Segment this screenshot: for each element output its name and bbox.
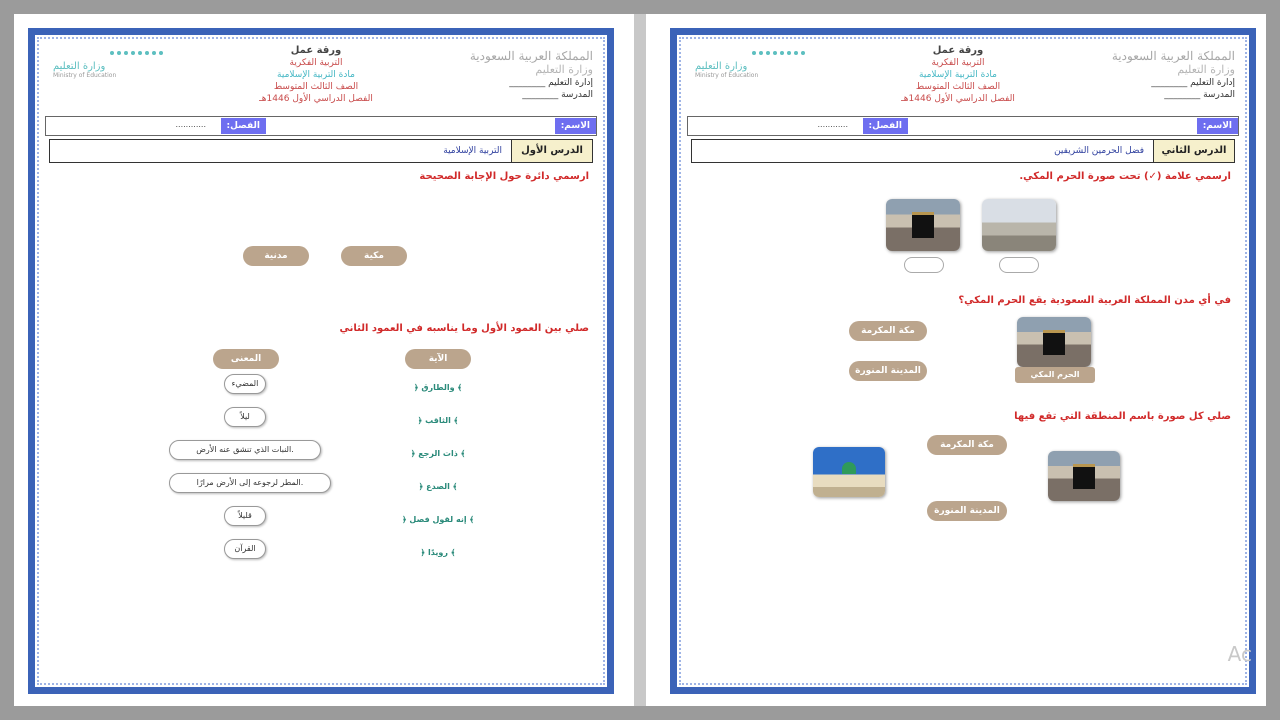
ministry-title: وزارة التعليم [1177, 63, 1235, 76]
name-label: الاسم: [554, 118, 596, 134]
lesson-label: الدرس الأول [511, 140, 592, 162]
kaaba-photo [1048, 451, 1120, 501]
semester-title: الفصل الدراسي الأول 1446هـ [901, 94, 1015, 104]
option-madinah[interactable]: المدينة المنورة [849, 361, 927, 381]
moe-logo-en: Ministry of Education [53, 72, 117, 79]
meaning-item[interactable]: قليلاً [224, 506, 266, 526]
moe-logo-text: وزارة التعليم [53, 61, 106, 72]
grade-title: الصف الثالث المتوسط [273, 82, 359, 92]
class-dots: ............ [817, 120, 848, 129]
moe-logo: وزارة التعليم Ministry of Education [53, 51, 163, 79]
kingdom-title: المملكة العربية السعودية [1111, 49, 1235, 63]
name-row: الاسم: الفصل: ............ [45, 116, 597, 136]
class-dots: ............ [175, 120, 206, 129]
moe-logo-en: Ministry of Education [695, 72, 759, 79]
kaaba-photo [1017, 317, 1091, 367]
activation-watermark: Ac [1227, 642, 1252, 666]
worksheet-title: ورقة عمل [290, 45, 342, 56]
page-header: المملكة العربية السعودية وزارة التعليم إ… [53, 45, 593, 104]
option-madaniyah[interactable]: مدنية [243, 246, 309, 266]
meaning-item[interactable]: القرآن [224, 539, 266, 559]
school-label: المدرسة [1203, 90, 1235, 100]
answer-box[interactable] [999, 257, 1039, 273]
question-1: ارسمي علامة (✓) تحت صورة الحرم المكي. [1019, 171, 1231, 182]
meaning-item[interactable]: ليلاً [224, 407, 266, 427]
ayah-item[interactable]: ﴿ رويدًا ﴾ [393, 548, 483, 557]
kingdom-title: المملكة العربية السعودية [469, 49, 593, 63]
page-separator [634, 14, 646, 706]
class-label: الفصل: [220, 118, 266, 134]
photo-caption: الحرم المكي [1015, 367, 1095, 383]
lesson-title: فضل الحرمين الشريفين [1054, 146, 1144, 156]
grade-title: الصف الثالث المتوسط [915, 82, 1001, 92]
answer-box[interactable] [904, 257, 944, 273]
ayah-item[interactable]: ﴿ إنه لقول فصل ﴾ [393, 515, 483, 524]
question-3: صلي كل صورة باسم المنطقة التي تقع فيها [1014, 411, 1231, 422]
material-title: مادة التربية الإسلامية [277, 70, 355, 80]
subject-title: التربية الفكرية [289, 58, 343, 68]
worksheet-page-1: المملكة العربية السعودية وزارة التعليم إ… [28, 28, 614, 694]
haram-photo [982, 199, 1056, 251]
option-makkah[interactable]: مكة المكرمة [927, 435, 1007, 455]
ayah-item[interactable]: ﴿ والطارق ﴾ [393, 383, 483, 392]
page-header: المملكة العربية السعودية وزارة التعليم إ… [695, 45, 1235, 104]
name-row: الاسم: الفصل: ............ [687, 116, 1239, 136]
name-label: الاسم: [1196, 118, 1238, 134]
admin-label: إدارة التعليم [548, 78, 593, 88]
lesson-title: التربية الإسلامية [443, 146, 502, 156]
material-title: مادة التربية الإسلامية [919, 70, 997, 80]
meaning-item[interactable]: النبات الذي تنشق عنه الأرض. [169, 440, 321, 460]
screen-frame: المملكة العربية السعودية وزارة التعليم إ… [14, 14, 1266, 706]
worksheet-page-2: المملكة العربية السعودية وزارة التعليم إ… [670, 28, 1256, 694]
meaning-item[interactable]: المطر لرجوعه إلى الأرض مرارًا. [169, 473, 331, 493]
option-makkah[interactable]: مكة المكرمة [849, 321, 927, 341]
lesson-row: الدرس الثاني فضل الحرمين الشريفين [691, 139, 1235, 163]
column-ayah-header: الآية [405, 349, 471, 369]
kaaba-photo [886, 199, 960, 251]
ministry-title: وزارة التعليم [535, 63, 593, 76]
option-makkiyah[interactable]: مكية [341, 246, 407, 266]
ayah-item[interactable]: ﴿ الثاقب ﴾ [393, 416, 483, 425]
column-meaning-header: المعنى [213, 349, 279, 369]
school-label: المدرسة [561, 90, 593, 100]
class-label: الفصل: [862, 118, 908, 134]
lesson-row: الدرس الأول التربية الإسلامية [49, 139, 593, 163]
madina-photo [813, 447, 885, 497]
ayah-item[interactable]: ﴿ ذات الرجع ﴾ [393, 449, 483, 458]
subject-title: التربية الفكرية [931, 58, 985, 68]
meaning-item[interactable]: المضيء [224, 374, 266, 394]
question-2: صلي بين العمود الأول وما يناسبه في العمو… [339, 323, 589, 334]
question-2: في أي مدن المملكة العربية السعودية يقع ا… [958, 295, 1231, 306]
lesson-label: الدرس الثاني [1153, 140, 1234, 162]
moe-logo-text: وزارة التعليم [695, 61, 748, 72]
question-1: ارسمي دائرة حول الإجابة الصحيحة [419, 171, 589, 182]
option-madinah[interactable]: المدينة المنورة [927, 501, 1007, 521]
ayah-item[interactable]: ﴿ الصدع ﴾ [393, 482, 483, 491]
semester-title: الفصل الدراسي الأول 1446هـ [259, 94, 373, 104]
moe-logo: وزارة التعليم Ministry of Education [695, 51, 805, 79]
worksheet-title: ورقة عمل [932, 45, 984, 56]
admin-label: إدارة التعليم [1190, 78, 1235, 88]
